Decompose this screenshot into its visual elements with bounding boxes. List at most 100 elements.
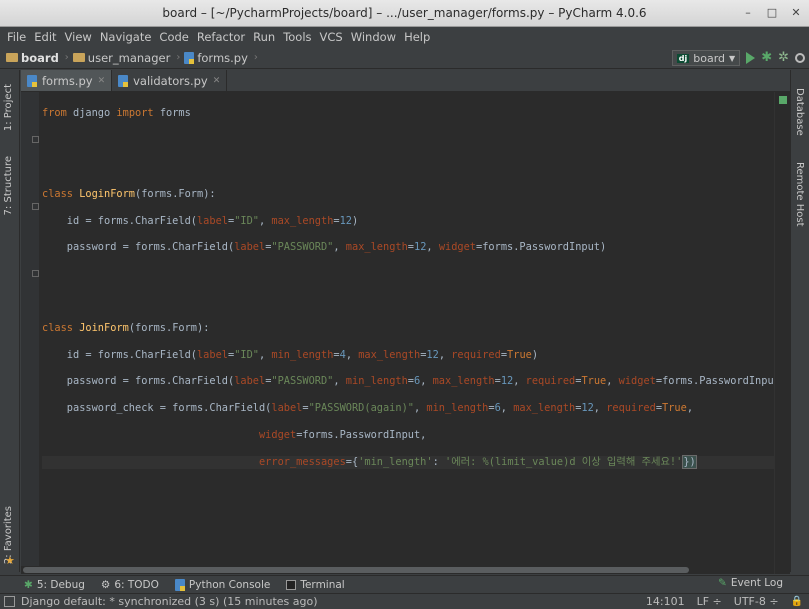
tool-tab-python-console[interactable]: Python Console: [174, 578, 271, 591]
status-bar: Django default: * synchronized (3 s) (15…: [0, 593, 809, 609]
code-text: from django import forms class LoginForm…: [42, 94, 786, 496]
tool-tab-terminal[interactable]: Terminal: [286, 578, 345, 591]
code-line: from django import forms: [42, 107, 191, 120]
editor-gutter: [21, 92, 39, 566]
tool-tab-label: Python Console: [188, 578, 271, 591]
tool-tab-label: Terminal: [300, 578, 345, 591]
menu-vcs[interactable]: VCS: [316, 30, 347, 44]
code-line: password = forms.CharField(label="PASSWO…: [42, 375, 787, 388]
chevron-right-icon: ›: [253, 52, 258, 63]
python-file-icon: [118, 74, 129, 87]
python-file-icon: [184, 51, 195, 64]
tool-tab-project[interactable]: 1: Project: [3, 84, 14, 131]
editor-tabs: forms.py ✕ validators.py ✕: [21, 70, 790, 92]
menu-help[interactable]: Help: [400, 30, 434, 44]
tool-tab-todo[interactable]: ⚙ 6: TODO: [101, 579, 159, 591]
window-title: board – [~/PycharmProjects/board] – .../…: [162, 6, 647, 20]
tool-tab-debug[interactable]: ✱ 5: Debug: [24, 579, 85, 591]
minimize-button[interactable]: –: [741, 5, 755, 19]
vertical-scrollbar[interactable]: [774, 92, 790, 574]
tool-tab-label: Event Log: [730, 577, 783, 589]
menu-navigate[interactable]: Navigate: [96, 30, 156, 44]
tab-forms-py[interactable]: forms.py ✕: [21, 70, 113, 91]
status-message[interactable]: Django default: * synchronized (3 s) (15…: [21, 595, 318, 608]
breadcrumb-project[interactable]: board: [6, 51, 59, 65]
close-icon[interactable]: ✕: [98, 76, 106, 86]
chevron-down-icon: ▼: [729, 53, 736, 63]
tool-tab-structure[interactable]: 7: Structure: [3, 156, 14, 215]
menu-refactor[interactable]: Refactor: [193, 30, 249, 44]
tool-tab-database[interactable]: Database: [794, 88, 805, 136]
tab-label: forms.py: [42, 73, 93, 88]
terminal-icon: [286, 579, 297, 590]
python-file-icon: [27, 74, 37, 87]
maximize-button[interactable]: □: [765, 5, 779, 19]
menu-run[interactable]: Run: [249, 30, 279, 44]
menu-view[interactable]: View: [61, 30, 96, 44]
coverage-icon[interactable]: ✲: [778, 51, 789, 64]
lock-icon[interactable]: 🔒: [791, 596, 803, 607]
breadcrumb-file-label: forms.py: [197, 50, 248, 65]
tool-tab-label: 6: TODO: [114, 578, 159, 591]
menu-edit[interactable]: Edit: [30, 30, 60, 44]
tool-tab-remote-host[interactable]: Remote Host: [794, 162, 805, 227]
code-line: widget=forms.PasswordInput,: [258, 428, 427, 441]
code-line: class LoginForm(forms.Form):: [42, 187, 216, 200]
bottom-tool-strip: ✱ 5: Debug ⚙ 6: TODO Python Console Term…: [0, 575, 809, 593]
close-icon[interactable]: ✕: [213, 76, 221, 86]
tool-windows-icon[interactable]: [4, 596, 15, 607]
tool-tab-label: 5: Debug: [36, 578, 85, 591]
breadcrumb-file[interactable]: forms.py: [184, 51, 248, 65]
folder-icon: [6, 53, 18, 62]
inspection-ok-icon[interactable]: [779, 96, 787, 104]
code-line: password = forms.CharField(label="PASSWO…: [42, 241, 607, 254]
title-bar: board – [~/PycharmProjects/board] – .../…: [0, 0, 809, 27]
code-line: id = forms.CharField(label="ID", max_len…: [42, 214, 359, 227]
right-tool-strip: Database Remote Host: [790, 70, 809, 572]
tool-tab-event-log[interactable]: ✎ Event Log: [718, 577, 783, 589]
code-line: id = forms.CharField(label="ID", min_len…: [42, 348, 539, 361]
close-button[interactable]: ✕: [789, 5, 803, 19]
code-line-current: error_messages={'min_length': '에러: %(lim…: [42, 454, 774, 470]
tab-validators-py[interactable]: validators.py ✕: [112, 70, 228, 91]
folder-icon: [72, 53, 85, 62]
run-toolbar: dj board ▼ ✱ ✲: [671, 50, 805, 66]
cursor-position[interactable]: 14:101: [646, 595, 685, 608]
todo-icon: ⚙: [100, 578, 111, 591]
python-console-icon: [174, 578, 185, 591]
run-config-label: board: [693, 51, 726, 65]
run-icon[interactable]: [746, 52, 756, 64]
breadcrumb-folder[interactable]: user_manager: [72, 50, 171, 65]
search-icon[interactable]: [795, 53, 805, 63]
debug-icon[interactable]: ✱: [761, 51, 772, 64]
horizontal-scrollbar[interactable]: [21, 566, 774, 574]
menu-file[interactable]: File: [3, 30, 30, 44]
debug-icon: ✱: [24, 578, 33, 591]
scrollbar-thumb[interactable]: [23, 567, 689, 573]
run-config-select[interactable]: dj board ▼: [671, 50, 741, 66]
tab-label: validators.py: [133, 73, 208, 88]
django-icon: dj: [676, 53, 690, 63]
line-separator[interactable]: LF ÷: [697, 595, 722, 608]
star-icon: ★: [5, 554, 15, 567]
menu-bar: File Edit View Navigate Code Refactor Ru…: [0, 27, 809, 47]
left-tool-strip: 1: Project 7: Structure 2: Favorites ★: [0, 70, 20, 572]
fold-marker-icon[interactable]: [32, 270, 39, 277]
breadcrumb-project-label: board: [21, 50, 59, 65]
code-editor[interactable]: from django import forms class LoginForm…: [21, 92, 786, 566]
fold-marker-icon[interactable]: [32, 203, 39, 210]
chevron-right-icon: ›: [64, 52, 69, 63]
fold-marker-icon[interactable]: [32, 136, 39, 143]
code-line: password_check = forms.CharField(label="…: [42, 402, 694, 415]
file-encoding[interactable]: UTF-8 ÷: [734, 595, 779, 608]
breadcrumb-folder-label: user_manager: [87, 50, 171, 65]
menu-tools[interactable]: Tools: [279, 30, 315, 44]
menu-window[interactable]: Window: [347, 30, 400, 44]
event-log-icon: ✎: [718, 577, 727, 589]
code-line: class JoinForm(forms.Form):: [42, 321, 210, 334]
menu-code[interactable]: Code: [155, 30, 192, 44]
